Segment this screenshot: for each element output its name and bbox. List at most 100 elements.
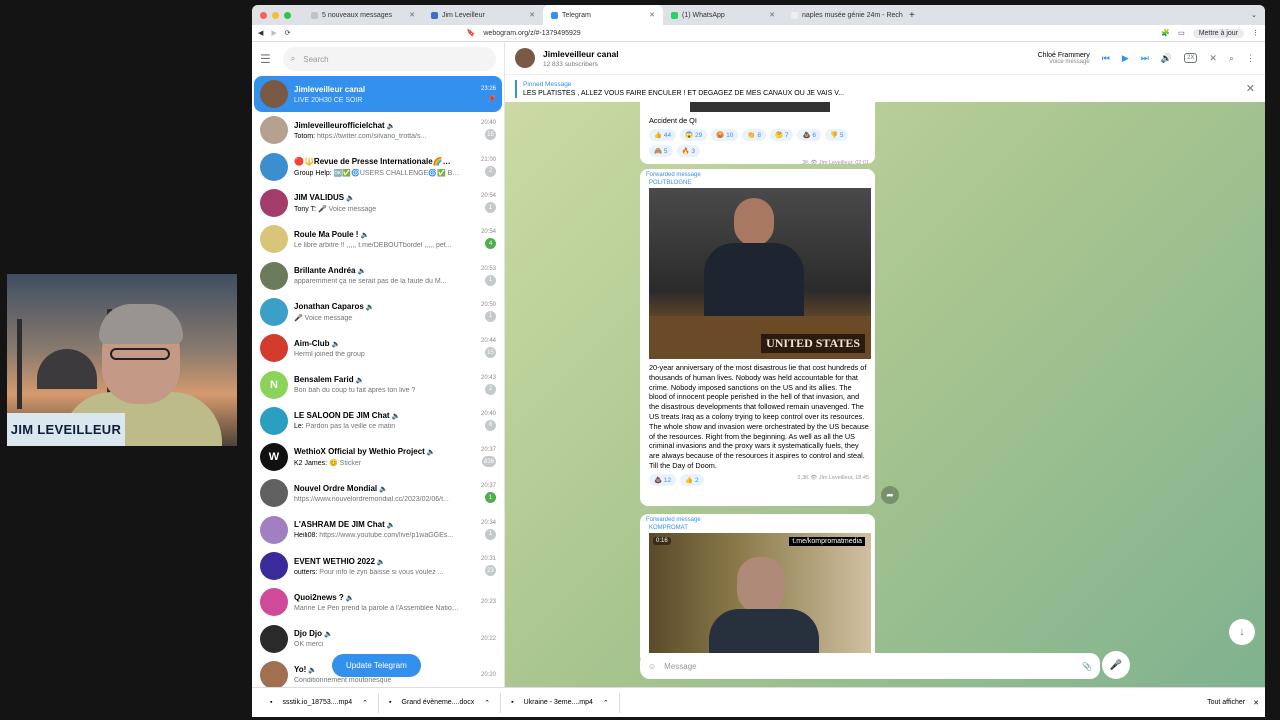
message-forwarded-politblogne[interactable]: Forwarded message POLITBLOGNE UNITED STA… xyxy=(640,169,875,506)
chat-name: Nouvel Ordre Mondial xyxy=(294,483,378,493)
extensions-icon[interactable]: 🧩 xyxy=(1161,29,1170,37)
scroll-down-button[interactable]: ↓ xyxy=(1229,619,1255,645)
chat-item[interactable]: Brillante Andréa 🔈 apparemment ça ne sera… xyxy=(254,257,502,293)
chat-item[interactable]: L'ASHRAM DE JIM Chat 🔈 Heili08: https://w… xyxy=(254,512,502,548)
chat-item[interactable]: Nouvel Ordre Mondial 🔈 https://www.nouvel… xyxy=(254,475,502,511)
window-controls xyxy=(260,11,291,19)
close-player-icon[interactable]: ✕ xyxy=(1209,53,1217,64)
reaction-chip[interactable]: 😱 29 xyxy=(680,128,708,141)
update-telegram-button[interactable]: Update Telegram xyxy=(332,654,421,677)
message-photo[interactable]: UNITED STATES xyxy=(649,188,871,359)
channel-subscribers: 12 833 subscribers xyxy=(543,60,598,68)
chat-item[interactable]: Roule Ma Poule ! 🔈 Le libre arbitre !! ,,… xyxy=(254,221,502,257)
browser-tab[interactable]: (1) WhatsApp ✕ xyxy=(663,5,783,25)
close-pinned-icon[interactable]: ✕ xyxy=(1246,82,1255,95)
close-tab-icon[interactable]: ✕ xyxy=(409,11,415,19)
browser-menu-icon[interactable]: ⋮ xyxy=(1252,29,1259,37)
emoji-icon[interactable]: ☺ xyxy=(648,662,656,671)
pinned-message[interactable]: Pinned Message LES PLATISTES , ALLEZ VOU… xyxy=(505,74,1265,102)
channel-title[interactable]: Jimleveilleur canal xyxy=(543,49,619,59)
forward-source[interactable]: POLITBLOGNE xyxy=(640,178,875,186)
chat-name: L'ASHRAM DE JIM Chat xyxy=(294,520,385,530)
show-all-downloads[interactable]: Tout afficher xyxy=(1207,699,1245,706)
playback-speed-button[interactable]: 2X xyxy=(1184,53,1198,63)
hamburger-menu-icon[interactable]: ☰ xyxy=(260,52,271,66)
chat-item[interactable]: 🔴🔱Revue de Presse Internationale🌈🙏 4...🔈… xyxy=(254,149,502,185)
avatar-initials: N xyxy=(270,378,278,391)
chat-item[interactable]: Aim-Club 🔈 Herml joined the group 20:44 1… xyxy=(254,330,502,366)
browser-tab[interactable]: 5 nouveaux messages ✕ xyxy=(303,5,423,25)
message-composer[interactable]: ☺ Message 📎 xyxy=(640,653,1100,679)
share-button[interactable]: ➦ xyxy=(881,486,899,504)
reaction-chip[interactable]: 🙈 5 xyxy=(649,144,673,157)
reaction-chip[interactable]: 😡 10 xyxy=(711,128,739,141)
reaction-chip[interactable]: 🤔 7 xyxy=(769,128,794,141)
video-duration: 0:16 xyxy=(653,537,671,545)
play-icon[interactable]: ▶ xyxy=(1122,53,1129,64)
browser-tab[interactable]: Telegram ✕ xyxy=(543,5,663,25)
message-video[interactable]: 0:16 t.me/kompromatmedia xyxy=(649,533,871,653)
chat-item[interactable]: Jimleveilleur canal LIVE 20H30 CE SOIR 2… xyxy=(254,76,502,113)
microphone-button[interactable]: 🎤 xyxy=(1102,651,1130,679)
tab-search-icon[interactable]: ⌄ xyxy=(1251,11,1257,19)
chevron-up-icon[interactable]: ⌃ xyxy=(484,699,490,707)
browser-tab[interactable]: naples musée génie 24m - Recher...✕ xyxy=(783,5,903,25)
reaction-chip[interactable]: 👍 44 xyxy=(649,128,677,141)
message-accident[interactable]: Accident de QI 👍 44 😱 29 😡 10 👏 8 🤔 7 💩 6 👎 5 🙈… xyxy=(640,102,875,166)
muted-icon: 🔈 xyxy=(346,195,355,203)
browser-tab[interactable]: Jim Leveilleur ✕ xyxy=(423,5,543,25)
reaction-chip[interactable]: 👎 5 xyxy=(824,128,849,141)
reaction-chip[interactable]: 🔥 3 xyxy=(676,144,701,157)
reaction-chip[interactable]: 👍 2 xyxy=(680,473,704,486)
download-item[interactable]: ▪ ssstik.io_18753....mp4 ⌃ xyxy=(260,692,380,713)
next-track-icon[interactable]: ⏭ xyxy=(1141,53,1149,64)
chat-menu-icon[interactable]: ⋮ xyxy=(1246,53,1255,64)
maximize-window-button[interactable] xyxy=(284,11,291,19)
file-icon: ▪ xyxy=(389,699,392,706)
chat-avatar xyxy=(260,80,288,109)
close-window-button[interactable] xyxy=(260,11,267,19)
chat-item[interactable]: Quoi2news ? 🔈 Marine Le Pen prend la paro… xyxy=(254,584,502,620)
chat-item[interactable]: W WethioX Official by Wethio Project 🔈 K2… xyxy=(254,439,502,475)
download-item[interactable]: ▪ Grand évèneme....docx ⌃ xyxy=(379,692,502,713)
chevron-up-icon[interactable]: ⌃ xyxy=(603,699,609,707)
sidebar-icon[interactable]: ▭ xyxy=(1178,29,1185,37)
reload-icon[interactable]: ⟳ xyxy=(285,29,291,37)
muted-icon: 🔈 xyxy=(386,522,396,530)
chat-item[interactable]: N Bensalem Farid 🔈 Bon bah du coup tu fai… xyxy=(254,366,502,402)
chat-item[interactable]: LE SALOON DE JIM Chat 🔈 Le: Pardon pas la… xyxy=(254,403,502,439)
chat-item[interactable]: EVENT WETHIO 2022 🔈 outters: Pour info le… xyxy=(254,548,502,584)
chat-search-icon[interactable]: ⌕ xyxy=(1229,53,1234,64)
download-filename: Ukraine - 3eme....mp4 xyxy=(523,699,593,706)
message-forwarded-kompromat[interactable]: Forwarded message KOMPROMAT 0:16 t.me/ko… xyxy=(640,514,875,664)
browser-update-button[interactable]: Mettre à jour xyxy=(1192,28,1244,38)
chat-item[interactable]: Jonathan Caparos 🔈 🎤 Voice message 20:50 … xyxy=(254,294,502,330)
attach-icon[interactable]: 📎 xyxy=(1082,662,1092,671)
close-tab-icon[interactable]: ✕ xyxy=(649,11,655,19)
chat-item[interactable]: JIM VALIDUS 🔈 Tony T: 🎤 Voice message 20:… xyxy=(254,185,502,221)
url-field[interactable]: webogram.org/z/#-1379495929 xyxy=(483,30,1153,37)
close-tab-icon[interactable]: ✕ xyxy=(529,11,535,19)
chat-preview: Herml joined the group xyxy=(294,350,365,358)
minimize-window-button[interactable] xyxy=(272,11,279,19)
download-item[interactable]: ▪ Ukraine - 3eme....mp4 ⌃ xyxy=(501,692,620,713)
reaction-chip[interactable]: 👏 8 xyxy=(742,128,766,141)
channel-avatar[interactable] xyxy=(515,48,535,68)
chat-sender: K2 James: xyxy=(294,460,330,468)
new-tab-icon[interactable]: + xyxy=(909,10,915,21)
previous-track-icon[interactable]: ⏮ xyxy=(1102,53,1110,64)
chat-item[interactable]: Djo Djo 🔈 OK merci 20:22 xyxy=(254,620,502,656)
close-tab-icon[interactable]: ✕ xyxy=(769,11,775,19)
muted-icon: 🔈 xyxy=(345,594,355,602)
close-downloads-icon[interactable]: ✕ xyxy=(1253,699,1259,707)
chat-item[interactable]: Jimleveilleurofficielchat 🔈 Totom: https:… xyxy=(254,112,502,148)
forward-icon[interactable]: ▶ xyxy=(271,29,276,37)
reaction-chip[interactable]: 💩 12 xyxy=(649,473,677,486)
search-input[interactable]: ⌕ Search xyxy=(282,47,496,71)
forward-source[interactable]: KOMPROMAT xyxy=(640,523,875,531)
volume-icon[interactable]: 🔊 xyxy=(1161,53,1172,64)
back-icon[interactable]: ◀ xyxy=(258,29,263,37)
reaction-chip[interactable]: 💩 6 xyxy=(797,128,821,141)
chevron-up-icon[interactable]: ⌃ xyxy=(362,699,368,707)
bookmark-icon[interactable]: 🔖 xyxy=(467,29,476,37)
